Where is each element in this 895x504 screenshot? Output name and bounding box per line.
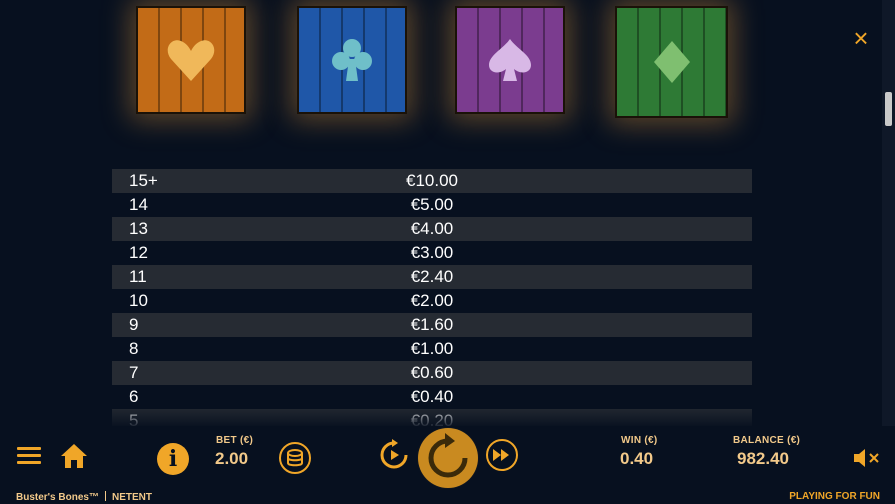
coin-stack-icon <box>287 449 303 467</box>
balance-label: BALANCE (€) <box>733 435 801 446</box>
provider-name: NETENT <box>111 492 152 503</box>
info-button[interactable]: i <box>157 443 189 475</box>
fast-forward-icon <box>493 449 509 461</box>
win-value: 0.40 <box>620 449 654 468</box>
club-symbol-card <box>297 6 407 114</box>
autoplay-button[interactable] <box>378 439 410 471</box>
paytable-row: 14 €5.00 <box>112 193 752 217</box>
bet-value: 2.00 <box>215 449 249 468</box>
home-icon <box>61 444 87 468</box>
paytable: 15+ €10.00 14 €5.00 13 €4.00 12 €3.00 11 €2.4… <box>112 169 752 426</box>
paytable-row: 6 €0.40 <box>112 385 752 409</box>
paytable-row: 13 €4.00 <box>112 217 752 241</box>
control-bar: i BET (€) 2.00 WIN (€) 0.40 BALANCE (€) … <box>0 426 895 504</box>
paytable-row: 11 €2.40 <box>112 265 752 289</box>
prize-value: €3.00 <box>410 243 454 262</box>
bet-label: BET (€) <box>216 435 254 446</box>
win-label: WIN (€) <box>621 435 658 446</box>
paytable-row: 7 €0.60 <box>112 361 752 385</box>
prize-value: €4.00 <box>410 219 454 238</box>
turbo-button[interactable] <box>486 439 518 471</box>
paytable-row: 9 €1.60 <box>112 313 752 337</box>
paytable-row: 10 €2.00 <box>112 289 752 313</box>
autoplay-icon <box>380 439 408 469</box>
game-title: Buster's Bones™ <box>16 492 99 503</box>
spade-symbol-card <box>455 6 565 114</box>
paytable-row: 8 €1.00 <box>112 337 752 361</box>
diamond-symbol-card <box>615 6 728 118</box>
prize-value: €1.00 <box>410 339 454 358</box>
play-mode: PLAYING FOR FUN <box>789 491 880 502</box>
prize-value: €10.00 <box>406 171 458 190</box>
sound-toggle-button[interactable] <box>852 446 880 470</box>
spin-icon <box>428 433 468 478</box>
prize-value: €2.40 <box>410 267 454 286</box>
prize-value: €2.00 <box>410 291 454 310</box>
heart-icon <box>167 40 215 81</box>
heart-symbol-card <box>136 6 246 114</box>
spade-icon <box>489 39 531 81</box>
prize-value: €5.00 <box>410 195 454 214</box>
scrollbar-thumb[interactable] <box>885 92 892 126</box>
menu-icon <box>17 447 41 450</box>
spin-button[interactable] <box>418 428 478 488</box>
prize-value: €0.20 <box>410 411 454 426</box>
home-button[interactable] <box>60 443 88 469</box>
mute-icon <box>854 449 879 467</box>
info-icon: i <box>168 446 178 472</box>
bet-settings-button[interactable] <box>279 442 311 474</box>
paytable-row: 12 €3.00 <box>112 241 752 265</box>
close-icon: × <box>853 23 869 53</box>
prize-value: €0.60 <box>410 363 454 382</box>
prize-value: €0.40 <box>410 387 454 406</box>
menu-button[interactable] <box>17 447 41 465</box>
close-button[interactable]: × <box>848 25 874 51</box>
game-info: Buster's Bones™ NETENT <box>16 491 152 503</box>
balance-value: 982.40 <box>737 449 789 468</box>
paytable-row: 5 €0.20 <box>112 409 752 426</box>
scrollbar[interactable] <box>882 0 895 426</box>
club-icon <box>332 39 372 81</box>
prize-value: €1.60 <box>410 315 454 334</box>
divider <box>104 491 106 501</box>
paytable-row: 15+ €10.00 <box>112 169 752 193</box>
diamond-icon <box>653 41 690 83</box>
